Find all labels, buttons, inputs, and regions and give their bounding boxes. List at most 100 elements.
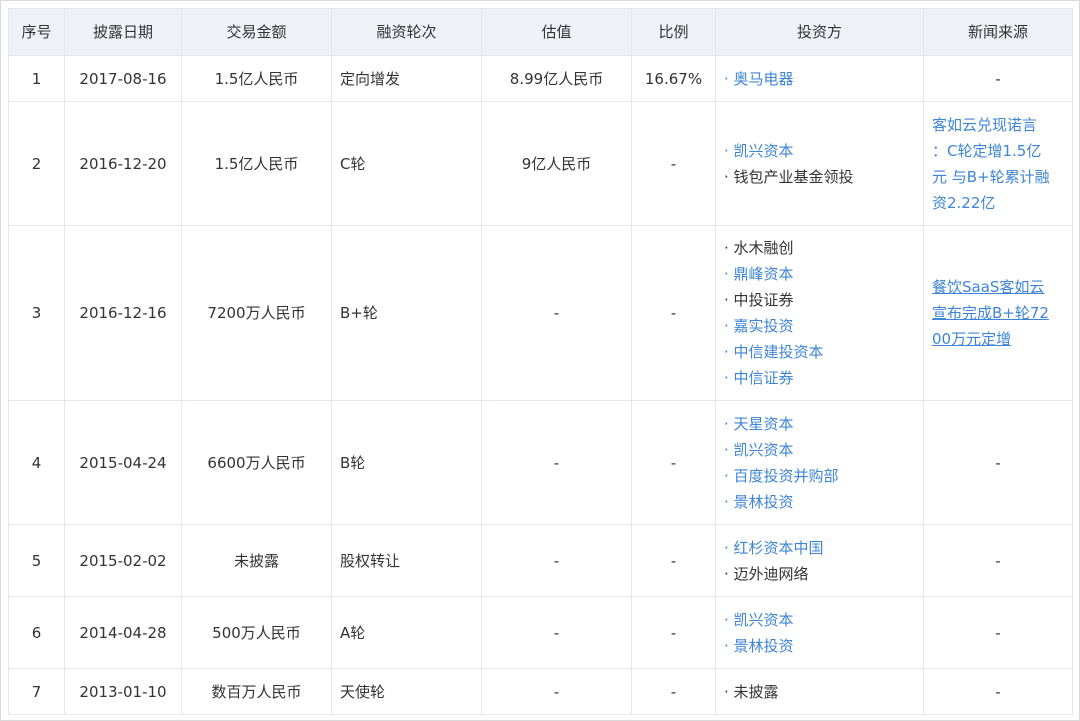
table-row: 4 2015-04-24 6600万人民币 B轮 - - · 天星资本 · 凯兴… xyxy=(8,400,1073,525)
investor-link[interactable]: · 景林投资 xyxy=(724,633,915,659)
investor-link[interactable]: · 中信建投资本 xyxy=(724,339,915,365)
cell-amount: 6600万人民币 xyxy=(181,400,332,525)
investor-link[interactable]: · 凯兴资本 xyxy=(724,138,915,164)
news-line: 00万元定增 xyxy=(932,330,1012,348)
header-round: 融资轮次 xyxy=(331,8,482,56)
cell-no: 1 xyxy=(8,55,65,102)
financing-table-frame: 序号 披露日期 交易金额 融资轮次 估值 比例 投资方 新闻来源 1 2017-… xyxy=(0,0,1080,721)
cell-ratio: - xyxy=(631,524,716,597)
cell-valuation: - xyxy=(481,668,632,715)
cell-ratio: - xyxy=(631,225,716,401)
news-line: 宣布完成B+轮72 xyxy=(932,304,1049,322)
cell-ratio: - xyxy=(631,400,716,525)
cell-ratio: - xyxy=(631,101,716,226)
investor-name: · 中投证券 xyxy=(724,291,794,309)
header-ratio: 比例 xyxy=(631,8,716,56)
cell-no: 4 xyxy=(8,400,65,525)
cell-amount: 数百万人民币 xyxy=(181,668,332,715)
news-source-link[interactable]: 餐饮SaaS客如云 宣布完成B+轮72 00万元定增 xyxy=(932,274,1064,352)
news-source-link[interactable]: 客如云兑现诺言 ：C轮定增1.5亿 元 与B+轮累计融 资2.22亿 xyxy=(932,112,1064,216)
investor-link[interactable]: · 天星资本 xyxy=(724,411,915,437)
cell-amount: 500万人民币 xyxy=(181,596,332,669)
cell-date: 2016-12-20 xyxy=(64,101,182,226)
cell-no: 2 xyxy=(8,101,65,226)
cell-amount: 1.5亿人民币 xyxy=(181,55,332,102)
investor-name: · 未披露 xyxy=(724,682,779,701)
investor-link[interactable]: · 红杉资本中国 xyxy=(724,535,915,561)
cell-date: 2017-08-16 xyxy=(64,55,182,102)
cell-investors: · 天星资本 · 凯兴资本 · 百度投资并购部 · 景林投资 xyxy=(715,400,924,525)
header-news-source: 新闻来源 xyxy=(923,8,1073,56)
investor-link[interactable]: · 中信证券 xyxy=(724,365,915,391)
cell-valuation: 9亿人民币 xyxy=(481,101,632,226)
header-investors: 投资方 xyxy=(715,8,924,56)
table-row: 1 2017-08-16 1.5亿人民币 定向增发 8.99亿人民币 16.67… xyxy=(8,55,1073,102)
investor-link[interactable]: · 鼎峰资本 xyxy=(724,261,915,287)
cell-date: 2014-04-28 xyxy=(64,596,182,669)
news-line: 餐饮SaaS客如云 xyxy=(932,278,1045,296)
header-no: 序号 xyxy=(8,8,65,56)
investor-link[interactable]: · 嘉实投资 xyxy=(724,313,915,339)
cell-no: 6 xyxy=(8,596,65,669)
cell-news: - xyxy=(923,400,1073,525)
news-line: 资2.22亿 xyxy=(932,193,996,212)
cell-investors: · 红杉资本中国 · 迈外迪网络 xyxy=(715,524,924,597)
cell-round: B轮 xyxy=(331,400,482,525)
cell-investors: · 未披露 xyxy=(715,668,924,715)
news-line: ：C轮定增1.5亿 xyxy=(932,141,1042,160)
investor-name: · 迈外迪网络 xyxy=(724,564,809,583)
cell-no: 3 xyxy=(8,225,65,401)
cell-valuation: - xyxy=(481,225,632,401)
header-valuation: 估值 xyxy=(481,8,632,56)
cell-ratio: - xyxy=(631,596,716,669)
cell-round: A轮 xyxy=(331,596,482,669)
cell-round: B+轮 xyxy=(331,225,482,401)
cell-ratio: 16.67% xyxy=(631,55,716,102)
cell-round: C轮 xyxy=(331,101,482,226)
header-date: 披露日期 xyxy=(64,8,182,56)
table-row: 2 2016-12-20 1.5亿人民币 C轮 9亿人民币 - · 凯兴资本 ·… xyxy=(8,101,1073,226)
table-row: 6 2014-04-28 500万人民币 A轮 - - · 凯兴资本 · 景林投… xyxy=(8,596,1073,669)
investor-link[interactable]: · 景林投资 xyxy=(724,489,915,515)
cell-no: 7 xyxy=(8,668,65,715)
cell-round: 定向增发 xyxy=(331,55,482,102)
investor-link[interactable]: · 凯兴资本 xyxy=(724,607,915,633)
cell-amount: 7200万人民币 xyxy=(181,225,332,401)
cell-date: 2013-01-10 xyxy=(64,668,182,715)
news-line: 客如云兑现诺言 xyxy=(932,115,1038,134)
cell-investors: · 奥马电器 xyxy=(715,55,924,102)
news-line: 元 与B+轮累计融 xyxy=(932,167,1050,186)
financing-history-table: 序号 披露日期 交易金额 融资轮次 估值 比例 投资方 新闻来源 1 2017-… xyxy=(8,8,1073,715)
cell-investors: · 凯兴资本 · 景林投资 xyxy=(715,596,924,669)
cell-amount: 1.5亿人民币 xyxy=(181,101,332,226)
cell-news: 客如云兑现诺言 ：C轮定增1.5亿 元 与B+轮累计融 资2.22亿 xyxy=(923,101,1073,226)
investor-link[interactable]: · 百度投资并购部 xyxy=(724,463,915,489)
cell-valuation: - xyxy=(481,524,632,597)
cell-round: 天使轮 xyxy=(331,668,482,715)
cell-investors: · 凯兴资本 · 钱包产业基金领投 xyxy=(715,101,924,226)
cell-no: 5 xyxy=(8,524,65,597)
investor-link[interactable]: · 奥马电器 xyxy=(724,66,915,92)
table-row: 5 2015-02-02 未披露 股权转让 - - · 红杉资本中国 · 迈外迪… xyxy=(8,524,1073,597)
cell-investors: · 水木融创 · 鼎峰资本 · 中投证券 · 嘉实投资 · 中信建投资本 · 中… xyxy=(715,225,924,401)
cell-date: 2015-04-24 xyxy=(64,400,182,525)
cell-ratio: - xyxy=(631,668,716,715)
cell-valuation: - xyxy=(481,596,632,669)
cell-news: - xyxy=(923,596,1073,669)
cell-news: - xyxy=(923,524,1073,597)
investor-name: · 水木融创 xyxy=(724,239,794,257)
table-header-row: 序号 披露日期 交易金额 融资轮次 估值 比例 投资方 新闻来源 xyxy=(8,8,1073,56)
investor-name: · 钱包产业基金领投 xyxy=(724,167,854,186)
cell-news: - xyxy=(923,668,1073,715)
cell-valuation: 8.99亿人民币 xyxy=(481,55,632,102)
cell-amount: 未披露 xyxy=(181,524,332,597)
cell-date: 2015-02-02 xyxy=(64,524,182,597)
table-row: 7 2013-01-10 数百万人民币 天使轮 - - · 未披露 - xyxy=(8,668,1073,715)
investor-link[interactable]: · 凯兴资本 xyxy=(724,437,915,463)
header-amount: 交易金额 xyxy=(181,8,332,56)
table-row: 3 2016-12-16 7200万人民币 B+轮 - - · 水木融创 · 鼎… xyxy=(8,225,1073,401)
cell-round: 股权转让 xyxy=(331,524,482,597)
cell-date: 2016-12-16 xyxy=(64,225,182,401)
cell-news: - xyxy=(923,55,1073,102)
cell-valuation: - xyxy=(481,400,632,525)
